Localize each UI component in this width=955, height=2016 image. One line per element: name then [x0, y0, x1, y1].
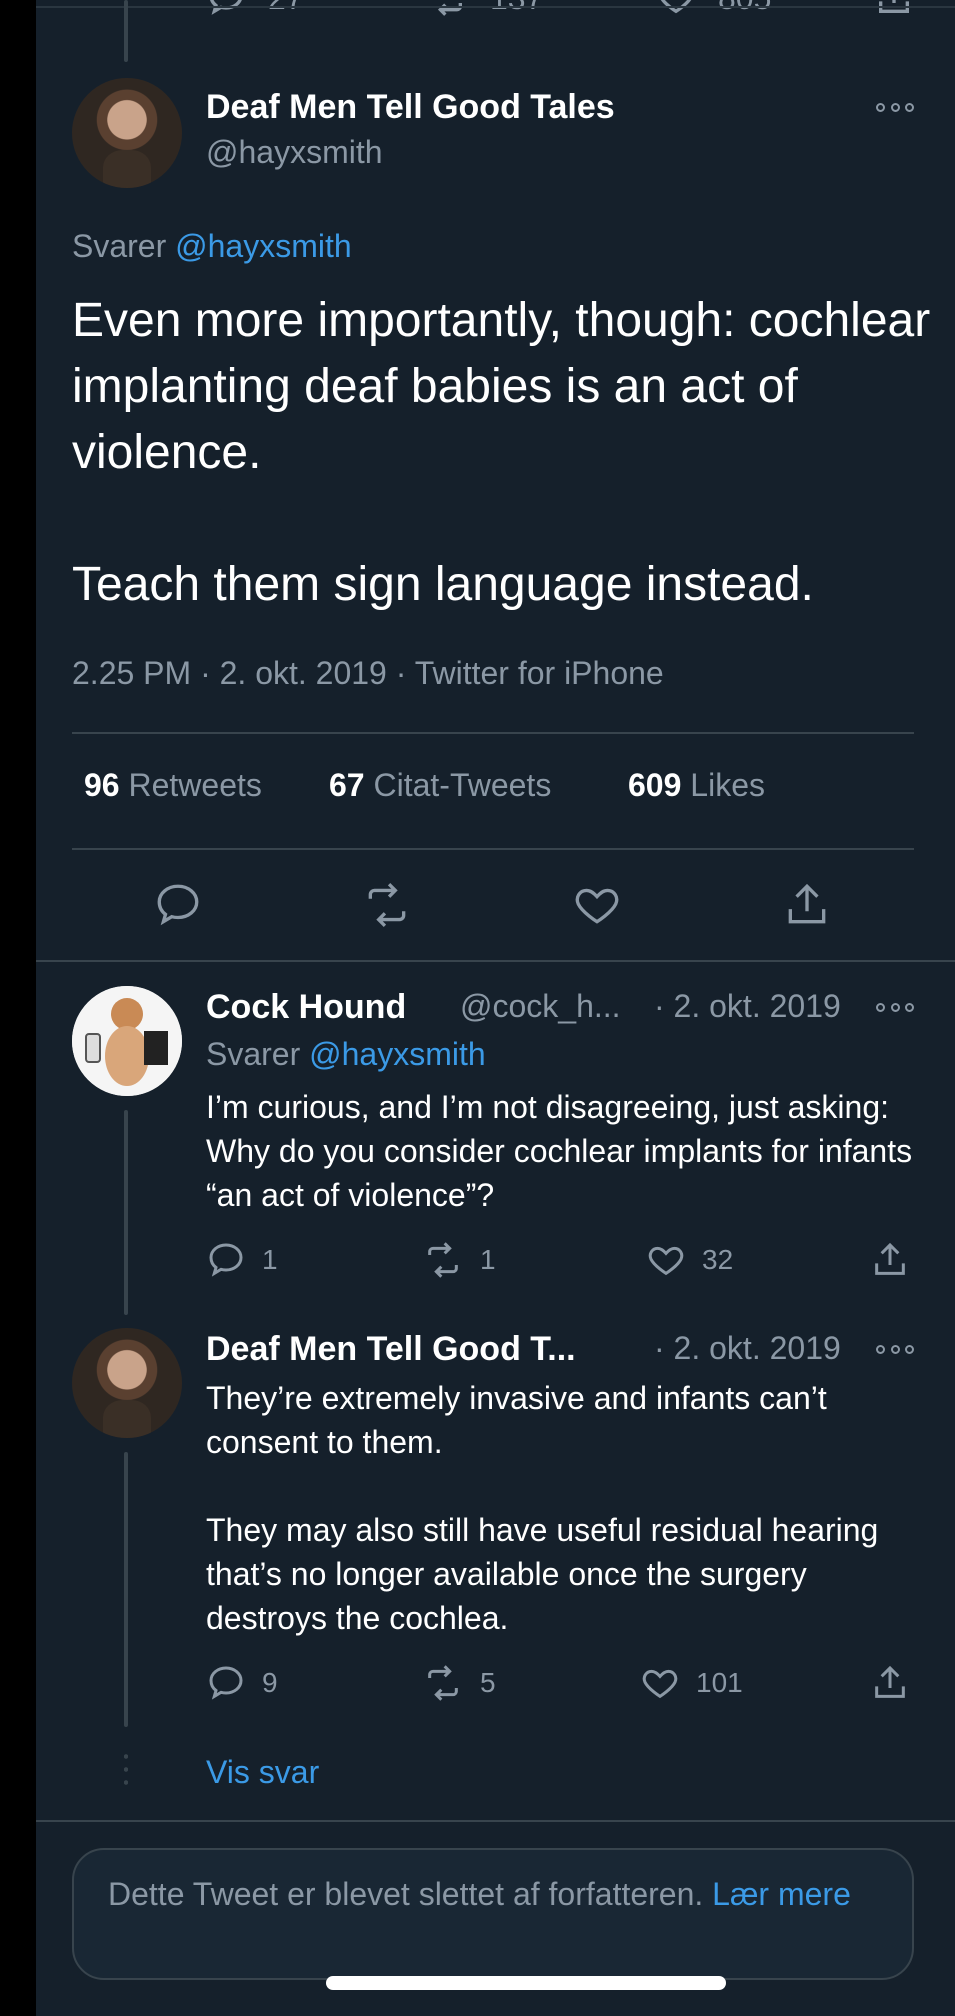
reply-date[interactable]: · 2. okt. 2019 [654, 1330, 841, 1367]
retweet-action[interactable]: 137 [426, 0, 543, 18]
tweet-text: Even more importantly, though: cochlear … [72, 294, 931, 611]
thread-line [124, 0, 128, 62]
tweet-thread-view: 27 137 805 Deaf Men Tell Good Tales @hay… [36, 0, 955, 2016]
divider [72, 732, 914, 734]
avatar[interactable] [72, 986, 182, 1096]
reply-date[interactable]: · 2. okt. 2019 [654, 988, 841, 1025]
retweets-stat[interactable]: 96 Retweets [84, 767, 262, 804]
author-name[interactable]: Deaf Men Tell Good T... [206, 1330, 576, 1369]
author-handle[interactable]: @cock_h... [460, 988, 621, 1025]
tweet-source[interactable]: Twitter for iPhone [415, 655, 664, 691]
learn-more-link[interactable]: Lær mere [712, 1876, 851, 1912]
top-divider [36, 6, 955, 8]
likes-stat[interactable]: 609 Likes [628, 767, 765, 804]
share-action[interactable] [874, 0, 914, 18]
author-handle[interactable]: @hayxsmith [206, 134, 383, 171]
share-icon [875, 1665, 905, 1698]
reply-icon[interactable] [153, 880, 203, 930]
heart-icon[interactable] [572, 880, 622, 930]
heart-icon [642, 1669, 678, 1699]
like-action[interactable]: 805 [656, 0, 771, 18]
author-name[interactable]: Deaf Men Tell Good Tales [206, 88, 615, 127]
like-count: 32 [702, 1244, 734, 1275]
dog-avatar-image [72, 986, 182, 1096]
deleted-tweet-notice: Dette Tweet er blevet slettet af forfatt… [72, 1848, 914, 1980]
retweet-count: 5 [480, 1667, 496, 1698]
reply-icon [209, 1666, 243, 1700]
divider [36, 1820, 955, 1822]
share-icon[interactable] [782, 880, 832, 930]
retweet-count: 1 [480, 1244, 496, 1275]
divider [72, 848, 914, 850]
more-options-icon[interactable] [876, 1342, 914, 1356]
replying-to: Svarer @hayxsmith [72, 228, 352, 265]
replying-to-handle-link[interactable]: @hayxsmith [175, 228, 352, 264]
reply-count: 1 [262, 1244, 278, 1275]
divider [36, 960, 955, 962]
deleted-notice-text: Dette Tweet er blevet slettet af forfatt… [108, 1876, 704, 1912]
avatar[interactable] [72, 78, 182, 188]
thread-line [124, 1110, 128, 1315]
reply-action[interactable]: 9 [206, 1663, 278, 1703]
share-icon [879, 0, 909, 13]
replying-to: Svarer @hayxsmith [206, 1036, 486, 1073]
retweet-icon [428, 1242, 458, 1278]
reply-text: They’re extremely invasive and infants c… [206, 1380, 879, 1636]
replying-prefix: Svarer [72, 228, 167, 264]
like-action[interactable]: 32 [646, 1240, 733, 1280]
quotes-count: 67 [329, 767, 365, 803]
reply-text: I’m curious, and I’m not disagreeing, ju… [206, 1089, 913, 1213]
likes-count: 609 [628, 767, 682, 803]
heart-icon [648, 1246, 684, 1276]
share-icon [875, 1242, 905, 1275]
tweet-date: 2. okt. 2019 [219, 655, 387, 691]
share-action[interactable] [870, 1663, 910, 1703]
show-replies-link[interactable]: Vis svar [206, 1754, 319, 1791]
previous-tweet-actions: 27 137 805 [36, 0, 955, 28]
reply-count: 27 [268, 0, 304, 17]
share-action[interactable] [870, 1240, 910, 1280]
like-action[interactable]: 101 [640, 1663, 743, 1703]
retweet-icon [428, 1665, 458, 1701]
home-indicator[interactable] [326, 1976, 726, 1990]
tweet-time: 2.25 PM [72, 655, 192, 691]
retweet-icon [437, 3, 462, 16]
retweet-count: 137 [490, 0, 543, 17]
likes-label: Likes [690, 767, 765, 803]
reply-count: 9 [262, 1667, 278, 1698]
like-count: 805 [718, 0, 771, 17]
quote-tweets-stat[interactable]: 67 Citat-Tweets [329, 767, 551, 804]
like-count: 101 [696, 1667, 743, 1698]
retweet-action[interactable]: 5 [422, 1663, 496, 1703]
retweets-count: 96 [84, 767, 120, 803]
retweets-label: Retweets [128, 767, 262, 803]
retweet-action[interactable]: 1 [422, 1240, 496, 1280]
thread-continuation-dots [124, 1750, 128, 1790]
reply-action[interactable]: 1 [206, 1240, 278, 1280]
thread-line [124, 1452, 128, 1727]
replying-to-handle-link[interactable]: @hayxsmith [309, 1036, 486, 1072]
heart-icon [660, 0, 692, 14]
replying-prefix: Svarer [206, 1036, 301, 1072]
quotes-label: Citat-Tweets [373, 767, 552, 803]
avatar[interactable] [72, 1328, 182, 1438]
reply-action[interactable]: 27 [206, 0, 304, 18]
author-name[interactable]: Cock Hound [206, 988, 406, 1027]
more-options-icon[interactable] [876, 100, 914, 114]
more-options-icon[interactable] [876, 1000, 914, 1014]
reply-icon [210, 0, 242, 15]
reply-icon [209, 1243, 243, 1277]
retweet-icon[interactable] [362, 880, 412, 930]
tweet-timestamp: 2.25 PM · 2. okt. 2019 · Twitter for iPh… [72, 655, 664, 691]
